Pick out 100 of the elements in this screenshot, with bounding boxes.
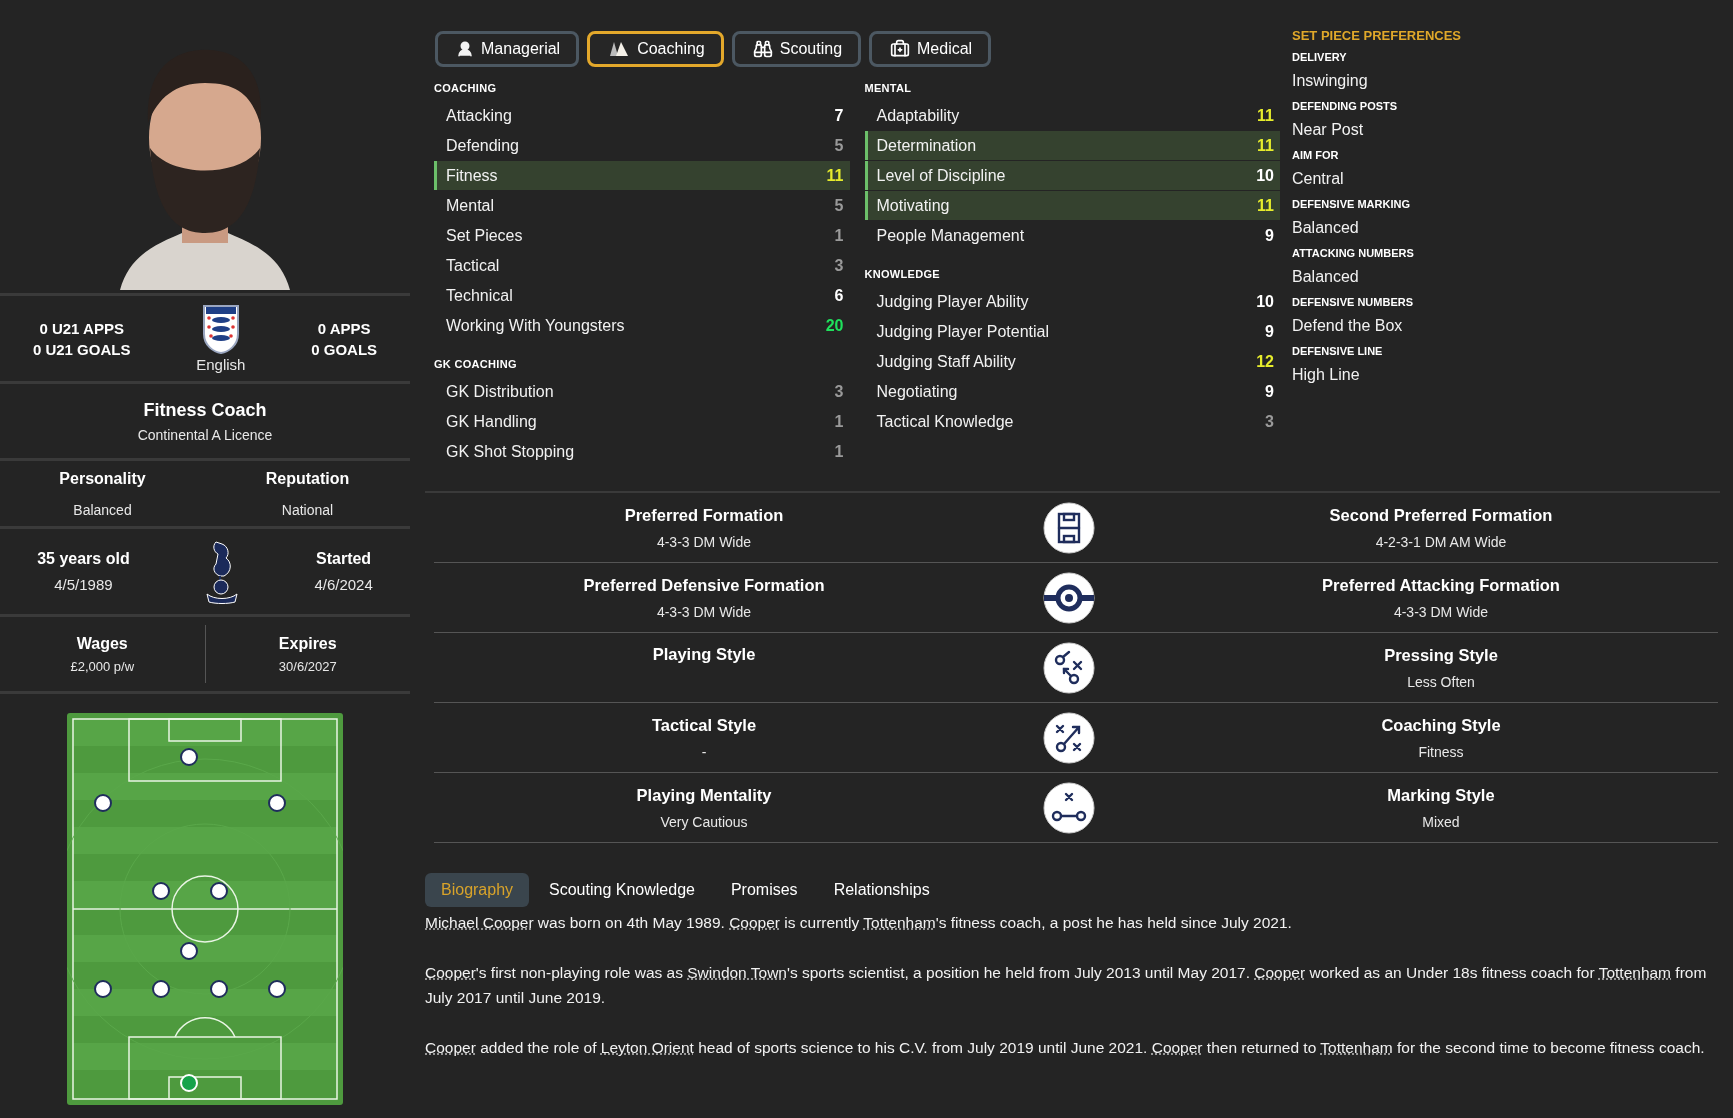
attribute-value: 6	[834, 286, 844, 305]
attribute-value: 1	[834, 442, 844, 461]
attribute-name: Attacking	[446, 106, 512, 125]
biography-paragraph: Michael Cooper was born on 4th May 1989. Cooper is currently Tottenham's fitness coach, a post he has held since July 2021.	[425, 913, 1293, 933]
attribute-value: 3	[834, 382, 844, 401]
tactic-value: Mixed	[1422, 813, 1460, 830]
bio-link[interactable]: Michael Cooper	[425, 914, 534, 931]
bio-link[interactable]: Tottenham	[1320, 1039, 1393, 1056]
tactic-value: 4-3-3 DM Wide	[656, 603, 752, 620]
attribute-name: Judging Staff Ability	[876, 352, 1016, 371]
bio-link[interactable]: Cooper	[729, 914, 780, 931]
section-tab[interactable]: Scouting	[731, 31, 862, 67]
stat-text: 0 GOALS	[311, 340, 378, 358]
attribute-name: Tactical	[446, 256, 500, 275]
bio-link[interactable]: Cooper	[425, 1039, 476, 1056]
tactics-icon	[1043, 781, 1095, 834]
set-piece-heading: SET PIECE PREFERENCES	[1292, 28, 1462, 43]
tactic-value: Less Often	[1407, 673, 1475, 690]
attribute-name: GK Handling	[446, 412, 537, 431]
attribute-name: Fitness	[446, 166, 498, 185]
tactics-icon	[1043, 641, 1095, 694]
attribute-name: Judging Player Ability	[876, 292, 1029, 311]
preference-label: DEFENSIVE LINE	[1292, 345, 1384, 359]
tactic-value: -	[701, 743, 707, 760]
attribute-name: People Management	[876, 226, 1025, 245]
attribute-value: 11	[1257, 196, 1274, 215]
preference-value: Balanced	[1292, 218, 1360, 238]
contract-label: Expires	[278, 634, 337, 653]
attribute-value: 3	[834, 256, 844, 275]
attribute-name: Judging Player Potential	[876, 322, 1050, 341]
attribute-value: 1	[834, 226, 844, 245]
attribute-name: Technical	[446, 286, 513, 305]
bio-link[interactable]: Swindon Town	[687, 964, 787, 981]
preference-label: ATTACKING NUMBERS	[1292, 247, 1415, 261]
bio-link[interactable]: Cooper	[425, 964, 476, 981]
bio-link[interactable]: Tottenham	[1598, 964, 1672, 981]
attribute-value: 11	[826, 166, 844, 185]
biography-paragraph: Cooper added the role of Leyton Orient head of sports science to his C.V. from July 2019 until June 2021. Cooper then returned to Tottenham for the second time to become fitness coach.	[425, 1038, 1706, 1058]
target-icon	[1043, 571, 1095, 624]
cones-icon	[608, 40, 631, 58]
bio-tab[interactable]: Relationships	[817, 873, 946, 907]
nationality-text: English	[196, 356, 246, 373]
tactic-value: Very Cautious	[660, 813, 748, 830]
tactic-label: Pressing Style	[1384, 645, 1498, 665]
contract-value: 30/6/2027	[278, 658, 337, 674]
preference-value: Inswinging	[1292, 71, 1369, 91]
info-value: National	[281, 501, 334, 518]
attribute-name: Negotiating	[876, 382, 958, 401]
attribute-value: 9	[1265, 382, 1274, 401]
stat-text: 0 U21 APPS	[39, 319, 124, 337]
attribute-name: Level of Discipline	[876, 166, 1006, 185]
attribute-value: 9	[1265, 322, 1274, 341]
tactics-icon	[1043, 711, 1095, 764]
attribute-name: Adaptability	[876, 106, 960, 125]
started-label: Started	[316, 550, 372, 568]
info-label: Reputation	[265, 469, 350, 488]
attribute-name: GK Shot Stopping	[446, 442, 575, 461]
birth-date: 4/5/1989	[54, 576, 113, 593]
preference-label: DEFENSIVE NUMBERS	[1292, 296, 1415, 310]
tactic-label: Coaching Style	[1381, 715, 1501, 735]
bio-link[interactable]: Leyton Orient	[600, 1039, 694, 1056]
tactic-value: 4-3-3 DM Wide	[656, 533, 752, 550]
started-date: 4/6/2024	[314, 576, 373, 593]
attribute-value: 9	[1265, 226, 1274, 245]
attribute-value: 10	[1256, 292, 1274, 311]
attribute-value: 1	[834, 412, 844, 431]
tactic-label: Playing Style	[652, 645, 756, 664]
attribute-value: 5	[834, 196, 844, 215]
section-tab[interactable]: Managerial	[435, 31, 580, 67]
preference-label: DEFENSIVE MARKING	[1292, 198, 1411, 212]
tactic-value: 4-2-3-1 DM AM Wide	[1375, 533, 1507, 550]
tactic-label: Preferred Attacking Formation	[1322, 575, 1560, 595]
bio-tab[interactable]: Biography	[425, 873, 530, 907]
pitch-icon	[1043, 501, 1095, 554]
preference-value: Central	[1292, 169, 1345, 189]
bio-link[interactable]: Tottenham	[863, 914, 936, 931]
attribute-name: Determination	[876, 136, 977, 155]
contract-value: £2,000 p/w	[70, 658, 135, 674]
attribute-value: 7	[834, 106, 844, 125]
attribute-value: 11	[1257, 136, 1274, 155]
bio-link[interactable]: Cooper	[1151, 1039, 1203, 1056]
attribute-name: Tactical Knowledge	[876, 412, 1014, 431]
group-heading: GK COACHING	[434, 357, 518, 372]
binoculars-icon	[752, 39, 773, 59]
bio-tab[interactable]: Promises	[714, 873, 814, 907]
preference-value: Defend the Box	[1292, 316, 1404, 336]
attribute-name: Motivating	[876, 196, 950, 215]
preference-label: AIM FOR	[1292, 149, 1340, 163]
preference-value: Near Post	[1292, 120, 1365, 140]
bio-tab[interactable]: Scouting Knowledge	[533, 873, 711, 907]
preference-label: DEFENDING POSTS	[1292, 100, 1399, 114]
tactic-label: Playing Mentality	[636, 785, 772, 805]
attribute-value: 5	[834, 136, 844, 155]
bio-link[interactable]: Cooper	[1254, 964, 1306, 981]
section-tab[interactable]: Medical	[869, 31, 992, 67]
tactic-label: Preferred Formation	[624, 505, 784, 525]
info-value: Balanced	[73, 501, 132, 518]
tactic-label: Marking Style	[1387, 785, 1495, 805]
section-tab[interactable]: Coaching	[587, 31, 724, 67]
group-heading: COACHING	[434, 81, 498, 96]
